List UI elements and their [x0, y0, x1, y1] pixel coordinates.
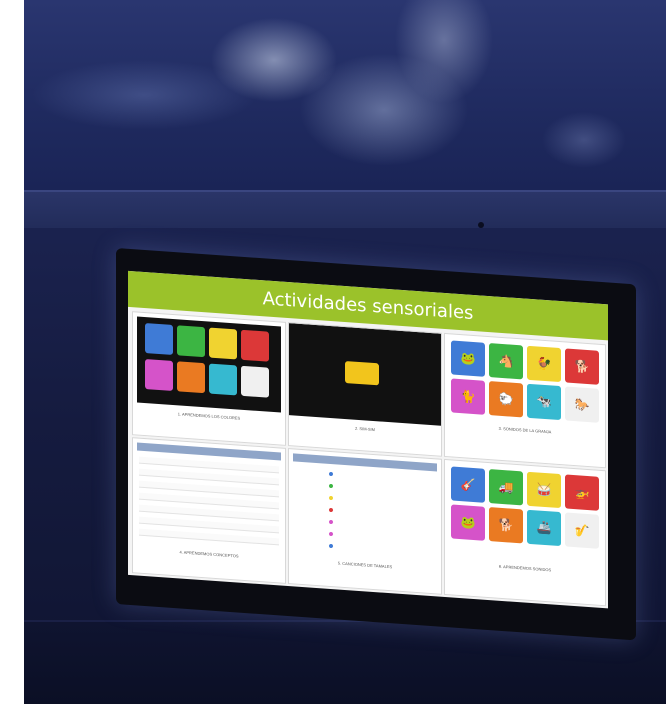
- color-square-green: [177, 325, 205, 358]
- color-square-blue: [145, 323, 173, 355]
- purple-dot: [329, 531, 333, 537]
- color-square-pink: [145, 359, 173, 391]
- color-square-red: [241, 329, 269, 362]
- monitor-screen: Actividades sensoriales 1. APRENDEMOS LO…: [128, 270, 608, 609]
- boat-icon: 🚢: [527, 509, 561, 547]
- mural-frame: [24, 190, 666, 228]
- horse-icon: 🐎: [565, 386, 599, 423]
- cat-icon: 🐈: [451, 378, 485, 415]
- guitar-icon: 🎸: [451, 466, 485, 503]
- mural-screw: [478, 222, 484, 228]
- list-header: [293, 453, 437, 472]
- helicopter-icon: 🚁: [565, 474, 599, 511]
- horse-icon: 🐴: [489, 343, 523, 380]
- tile-colors[interactable]: 1. APRENDEMOS LOS COLORES: [132, 311, 286, 446]
- wall-mural: [24, 0, 666, 190]
- tile-songs[interactable]: 5. CANCIONES DE TAMALES: [288, 448, 442, 595]
- blue-dot: [329, 543, 333, 549]
- tile-caption: 3. SONIDOS DE LA GRANJA: [498, 425, 552, 435]
- truck-icon: 🚚: [489, 469, 523, 506]
- screen-title: Actividades sensoriales: [262, 287, 474, 324]
- frog-icon: 🐸: [451, 504, 485, 541]
- wall-monitor: Actividades sensoriales 1. APRENDEMOS LO…: [116, 248, 636, 641]
- tile-caption: 5. CANCIONES DE TAMALES: [337, 560, 393, 570]
- pink-dot: [329, 519, 333, 525]
- yellow-dot: [329, 495, 333, 501]
- dog-icon: 🐕: [565, 348, 599, 385]
- red-dot: [329, 507, 333, 513]
- frog-icon: 🐸: [451, 340, 485, 377]
- green-dot: [329, 483, 333, 489]
- tile-concepts[interactable]: 4. APRENDEMOS CONCEPTOS: [132, 437, 286, 584]
- drum-icon: 🥁: [527, 471, 561, 509]
- dog-icon: 🐕: [489, 507, 523, 544]
- color-square-white: [241, 365, 269, 398]
- tile-sounds[interactable]: 🎸 🚚 🥁 🚁 🐸 🐕 🚢 🎷 6. APRENDEMOS SONIDOS: [444, 458, 606, 607]
- tile-farm-sounds[interactable]: 🐸 🐴 🐓 🐕 🐈 🐑 🐄 🐎 3. SONIDOS DE LA GRANJA: [444, 332, 606, 469]
- tile-sim-sim[interactable]: 2. SIM-SIM: [288, 322, 442, 457]
- color-square-cyan: [209, 363, 237, 396]
- cow-icon: 🐄: [527, 383, 561, 421]
- tile-caption: 4. APRENDEMOS CONCEPTOS: [179, 549, 239, 559]
- color-square-yellow: [209, 327, 237, 360]
- sim-yellow-box: [345, 361, 379, 386]
- color-square-orange: [177, 361, 205, 394]
- sheep-icon: 🐑: [489, 381, 523, 418]
- rooster-icon: 🐓: [527, 345, 561, 383]
- blue-dot: [329, 471, 333, 477]
- saxophone-icon: 🎷: [565, 512, 599, 549]
- tile-caption: 6. APRENDEMOS SONIDOS: [498, 563, 552, 573]
